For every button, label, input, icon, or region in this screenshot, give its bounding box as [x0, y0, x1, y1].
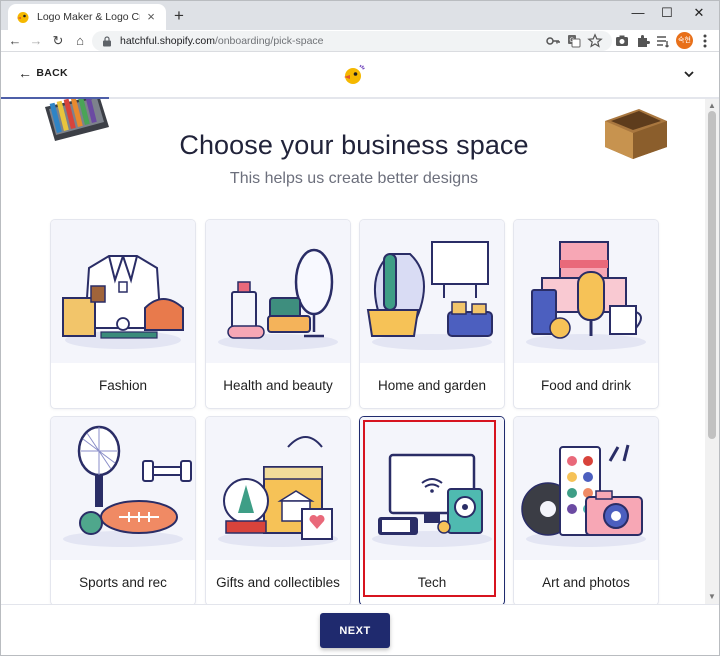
card-label: Sports and rec — [79, 575, 167, 590]
space-card-fashion[interactable]: Fashion — [51, 220, 195, 408]
footer-bar: NEXT — [1, 604, 719, 655]
new-tab-button[interactable]: + — [170, 7, 188, 25]
scroll-thumb[interactable] — [708, 111, 716, 439]
pick-space-page: Choose your business space This helps us… — [1, 99, 705, 604]
camera-extension-icon[interactable] — [614, 32, 630, 50]
back-arrow-icon: ← — [18, 65, 33, 81]
address-bar[interactable]: hatchful.shopify.com/onboarding/pick-spa… — [92, 31, 612, 51]
browser-toolbar: ← → ↻ ⌂ hatchful.shopify.com/onboarding/… — [0, 30, 720, 52]
lock-icon — [103, 35, 111, 46]
health-and-beauty-illustration — [206, 220, 350, 363]
page-scrollbar[interactable]: ▲ ▼ — [705, 99, 719, 604]
scroll-down-arrow-icon[interactable]: ▼ — [708, 592, 716, 602]
scroll-up-arrow-icon[interactable]: ▲ — [708, 101, 716, 111]
close-window-button[interactable]: ✕ — [688, 3, 710, 23]
sports-and-rec-illustration — [51, 417, 195, 560]
svg-text:G: G — [570, 38, 575, 44]
browser-tab-strip: Logo Maker & Logo Creator - Free × + — ☐… — [0, 0, 720, 30]
page-title: Choose your business space — [179, 130, 529, 160]
reload-button[interactable]: ↻ — [49, 32, 67, 50]
space-card-tech[interactable]: Tech — [360, 417, 504, 604]
space-card-health-and-beauty[interactable]: Health and beauty — [206, 220, 350, 408]
tab-title: Logo Maker & Logo Creator - Free — [37, 11, 140, 23]
url-host: hatchful.shopify.com — [120, 35, 215, 47]
food-and-drink-illustration — [514, 220, 658, 363]
profile-avatar[interactable]: 숙현 — [676, 32, 693, 49]
tech-illustration — [360, 417, 504, 560]
browser-menu-icon[interactable] — [698, 32, 712, 50]
card-label: Art and photos — [542, 575, 630, 590]
home-and-garden-illustration — [360, 220, 504, 363]
space-card-food-and-drink[interactable]: Food and drink — [514, 220, 658, 408]
maximize-window-button[interactable]: ☐ — [656, 3, 678, 23]
page-subtitle: This helps us create better designs — [229, 170, 479, 187]
card-label: Home and garden — [377, 378, 487, 393]
browser-tab[interactable]: Logo Maker & Logo Creator - Free × — [8, 4, 166, 30]
next-button[interactable]: NEXT — [320, 613, 390, 648]
browser-forward-button[interactable]: → — [27, 32, 45, 50]
home-button[interactable]: ⌂ — [71, 32, 89, 50]
fashion-illustration — [51, 220, 195, 363]
chevron-down-icon[interactable] — [680, 65, 698, 83]
key-icon[interactable] — [545, 33, 561, 49]
art-and-photos-illustration — [514, 417, 658, 560]
card-label: Tech — [417, 575, 447, 590]
url-path: /onboarding/pick-space — [214, 35, 324, 47]
tab-close-icon[interactable]: × — [144, 10, 158, 24]
space-card-gifts-and-collectibles[interactable]: Gifts and collectibles — [206, 417, 350, 604]
minimize-window-button[interactable]: — — [627, 3, 649, 23]
card-label: Fashion — [98, 378, 148, 393]
app-header: ← BACK — [1, 53, 719, 99]
hatchful-favicon-icon — [17, 12, 29, 23]
translate-icon[interactable]: G — [566, 33, 582, 49]
gifts-and-collectibles-illustration — [206, 417, 350, 560]
extensions-puzzle-icon[interactable] — [635, 32, 651, 50]
card-label: Gifts and collectibles — [216, 575, 340, 590]
reading-list-icon[interactable] — [655, 32, 671, 50]
card-label: Health and beauty — [223, 378, 333, 393]
space-card-sports-and-rec[interactable]: Sports and rec — [51, 417, 195, 604]
bookmark-star-icon[interactable] — [587, 33, 603, 49]
space-card-art-and-photos[interactable]: Art and photos — [514, 417, 658, 604]
space-card-home-and-garden[interactable]: Home and garden — [360, 220, 504, 408]
card-label: Food and drink — [540, 378, 632, 393]
back-button[interactable]: ← BACK — [18, 65, 68, 81]
back-label: BACK — [36, 67, 68, 79]
browser-back-button[interactable]: ← — [6, 32, 24, 50]
hatchful-logo-icon[interactable] — [342, 63, 366, 87]
